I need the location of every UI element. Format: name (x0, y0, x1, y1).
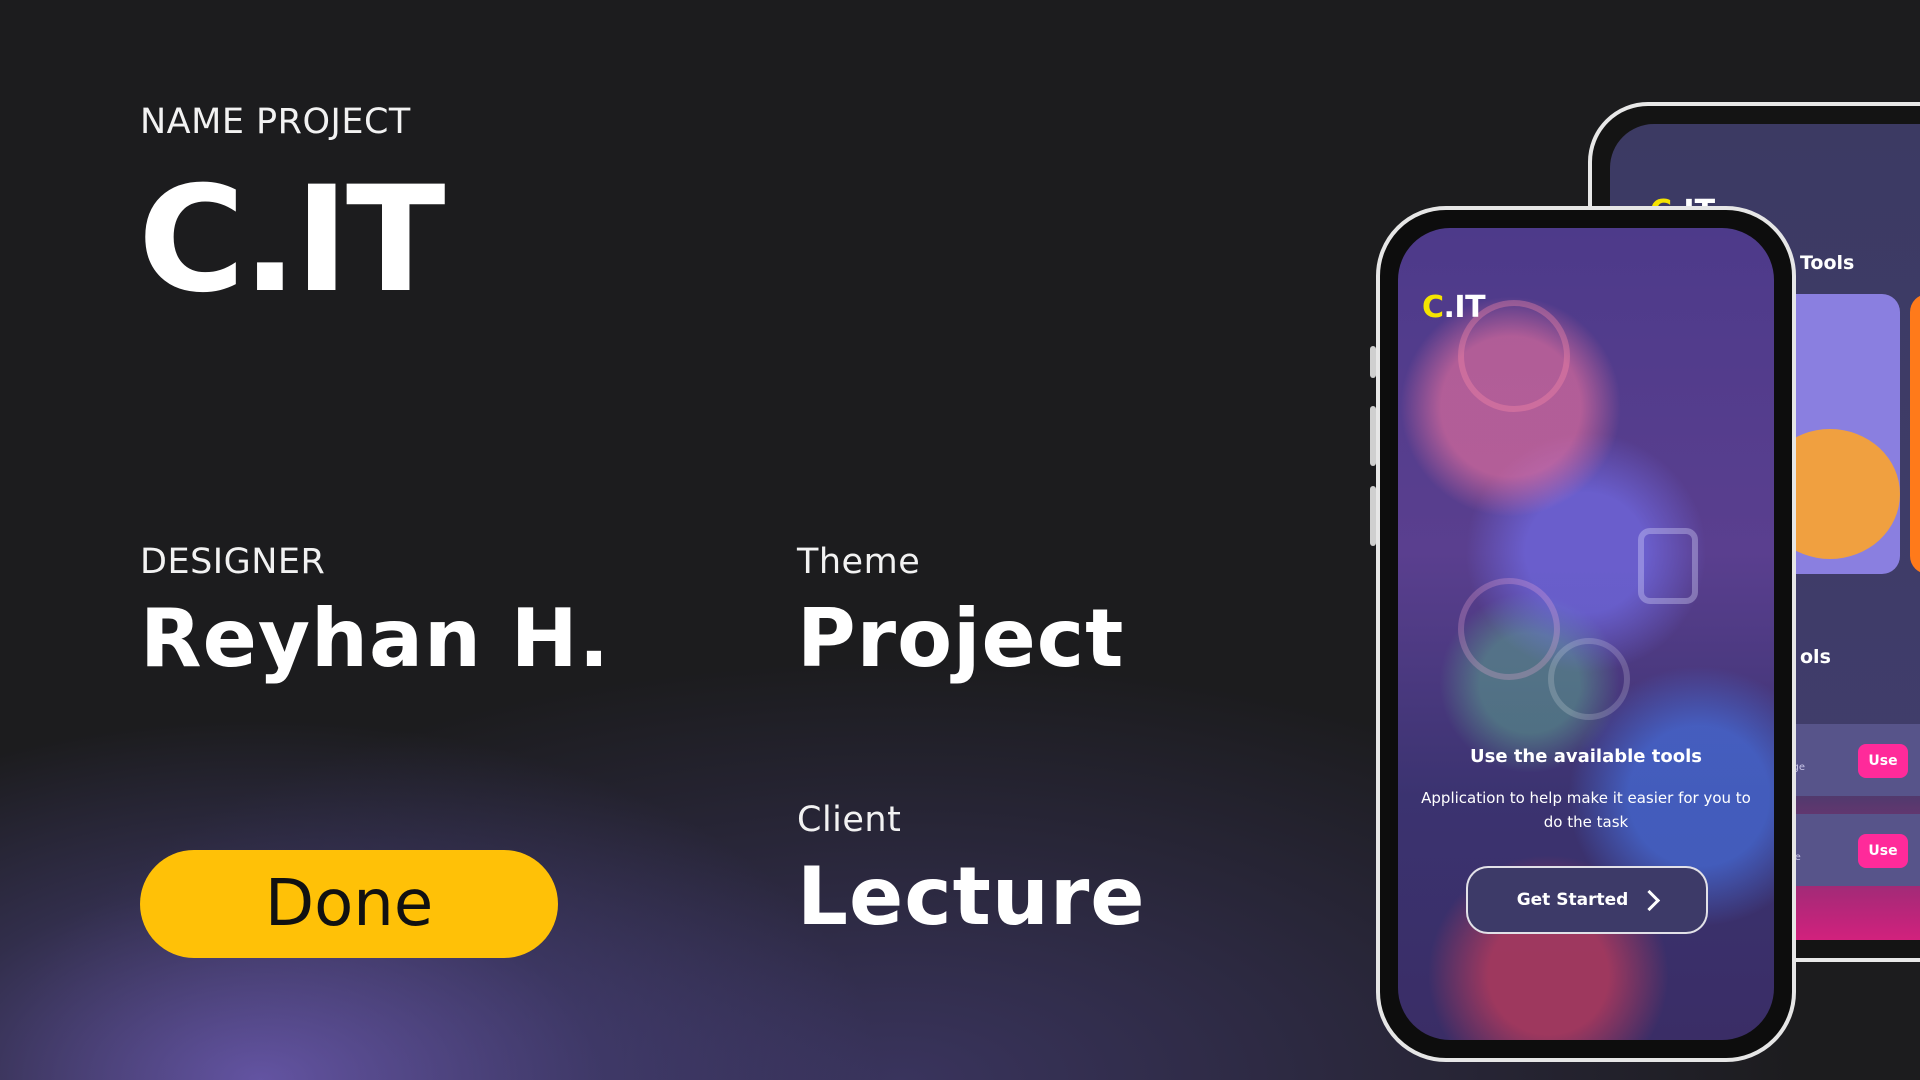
done-status-button[interactable]: Done (140, 850, 558, 958)
designer-label: DESIGNER (140, 542, 326, 582)
designer-name: Reyhan H. (140, 592, 611, 685)
tablet-tools-heading: Tools (1800, 252, 1855, 274)
phone-logo-rest: .IT (1443, 290, 1486, 325)
client-label: Client (797, 800, 902, 840)
onboarding-description: Application to help make it easier for y… (1421, 789, 1751, 831)
use-button[interactable]: Use (1858, 744, 1908, 778)
phone-screen: C.IT Use the available tools Application… (1398, 228, 1774, 1040)
phone-volume-up (1370, 406, 1376, 466)
get-started-button[interactable]: Get Started (1466, 866, 1708, 934)
illustration-orb (1458, 578, 1560, 680)
tablet-tools-subheading: ols (1800, 646, 1831, 668)
illustration-orb (1548, 638, 1630, 720)
phone-silent-switch (1370, 346, 1376, 378)
project-name-label: NAME PROJECT (140, 102, 411, 142)
chevron-right-icon (1639, 889, 1661, 911)
tablet-tool-card-orange[interactable] (1910, 294, 1920, 574)
phone-volume-down (1370, 486, 1376, 546)
onboarding-title: Use the available tools (1470, 746, 1702, 767)
phone-logo-c: C (1422, 290, 1444, 325)
theme-label: Theme (797, 542, 921, 582)
illustration-crystal (1638, 528, 1698, 604)
presentation-slide: NAME PROJECT C.IT DESIGNER Reyhan H. The… (0, 0, 1920, 1080)
get-started-label: Get Started (1516, 890, 1629, 910)
project-name: C.IT (138, 155, 446, 325)
client-value: Lecture (797, 850, 1146, 943)
use-button[interactable]: Use (1858, 834, 1908, 868)
theme-value: Project (797, 592, 1125, 685)
phone-app-logo: C.IT (1422, 290, 1486, 325)
phone-mockup: C.IT Use the available tools Application… (1370, 206, 1796, 1062)
